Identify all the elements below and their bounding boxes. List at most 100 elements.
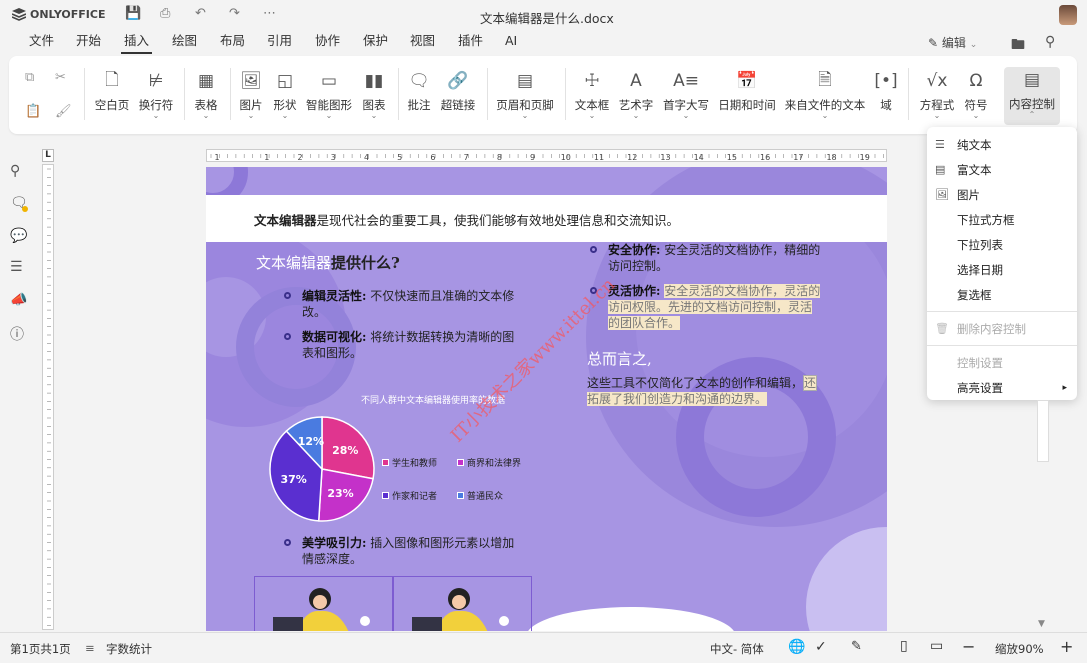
globe-icon[interactable]: 🌐: [788, 639, 805, 655]
format-painter-icon[interactable]: 🖌: [55, 104, 72, 119]
folder-icon[interactable]: 🖿: [1011, 34, 1025, 58]
menu-home[interactable]: 开始: [73, 32, 104, 54]
pie-chart[interactable]: 28% 23% 37% 12%: [268, 415, 376, 523]
table-button[interactable]: ▦ 表格 ⌄: [191, 68, 221, 120]
art-text-button[interactable]: A 艺术字 ⌄: [617, 68, 655, 120]
menu-item-checkbox[interactable]: 复选框: [927, 282, 1077, 307]
header-footer-button[interactable]: ▤ 页眉和页脚 ⌄: [495, 68, 555, 120]
spellcheck-icon[interactable]: ✓: [815, 639, 827, 655]
shape-button[interactable]: ◱ 形状 ⌄: [271, 68, 299, 120]
bullet-security[interactable]: 安全协作: 安全灵活的文档协作，精细的 访问控制。: [590, 242, 848, 274]
ruler-label: 1: [214, 153, 219, 162]
zoom-level[interactable]: 缩放90%: [995, 641, 1044, 657]
symbol-button[interactable]: Ω 符号 ⌄: [962, 68, 990, 120]
menu-protection[interactable]: 保护: [360, 32, 391, 54]
scroll-down-icon[interactable]: ▼: [1038, 619, 1045, 629]
zoom-out-icon[interactable]: −: [962, 637, 975, 656]
copy-icon[interactable]: ⧉: [25, 70, 34, 85]
hyperlink-button[interactable]: 🔗 超链接: [439, 68, 477, 113]
intro-bold: 文本编辑器: [254, 213, 317, 228]
field-label: 域: [880, 98, 892, 112]
decor-circle: [806, 527, 887, 631]
field-button[interactable]: [•] 域: [873, 68, 899, 113]
illustration-frame[interactable]: [254, 576, 393, 631]
section-heading[interactable]: 文本编辑器提供什么?: [256, 252, 400, 273]
intro-paragraph[interactable]: 文本编辑器是现代社会的重要工具，使我们能够有效地处理信息和交流知识。: [254, 210, 679, 229]
search-icon[interactable]: ⚲: [10, 163, 20, 179]
save-icon[interactable]: 💾: [125, 6, 141, 21]
bullet-aesthetics[interactable]: 美学吸引力: 插入图像和图形元素以增加 情感深度。: [284, 535, 542, 567]
textbox-button[interactable]: ☩ 文本框 ⌄: [573, 68, 611, 120]
menu-ai[interactable]: AI: [502, 32, 520, 54]
menu-item-control-settings[interactable]: 控制设置: [927, 350, 1077, 375]
vertical-ruler[interactable]: [42, 164, 54, 630]
more-icon[interactable]: ⋯: [263, 6, 276, 21]
vruler-ticks: [47, 168, 51, 626]
text-from-file-button[interactable]: 🗎 来自文件的文本 ⌄: [784, 68, 866, 121]
comment-button[interactable]: 🗨 批注: [405, 68, 433, 113]
menu-layout[interactable]: 布局: [217, 32, 248, 54]
menu-draw[interactable]: 绘图: [169, 32, 200, 54]
ruler-label: 3: [331, 153, 336, 162]
ruler-label: 16: [760, 153, 770, 162]
announcement-icon[interactable]: 📣: [10, 292, 27, 308]
menu-item-delete-control[interactable]: 🗑 删除内容控制: [927, 316, 1077, 341]
edit-mode-dropdown[interactable]: ✎ 编辑 ⌄: [928, 34, 977, 51]
ruler-label: 10: [561, 153, 571, 162]
menu-item-dropdown-list[interactable]: 下拉列表: [927, 232, 1077, 257]
search-icon[interactable]: ⚲: [1045, 34, 1055, 50]
menu-item-date-picker[interactable]: 选择日期: [927, 257, 1077, 282]
navigation-icon[interactable]: ☰: [10, 259, 23, 275]
date-time-button[interactable]: 📅 日期和时间: [716, 68, 778, 113]
print-icon[interactable]: ⎙: [160, 6, 170, 21]
tab-selector[interactable]: L: [42, 149, 54, 162]
language-selector[interactable]: 中文- 简体: [710, 641, 764, 657]
horizontal-ruler[interactable]: 1 1 2 3 4 5 6 7 8 9 10 11 12 13 14 15 16 17 18 19: [206, 149, 887, 162]
title-bar: ONLYOFFICE 💾 ⎙ ↶ ↷ ⋯ 文本编辑器是什么.docx: [0, 0, 1087, 30]
line-break-button[interactable]: ⊭ 换行符 ⌄: [136, 68, 176, 120]
cut-icon[interactable]: ✂: [55, 70, 66, 85]
menu-collaboration[interactable]: 协作: [312, 32, 343, 54]
legend-label: 作家和记者: [392, 492, 438, 502]
menu-file[interactable]: 文件: [26, 32, 57, 54]
menu-item-combo-box[interactable]: 下拉式方框: [927, 207, 1077, 232]
paste-icon[interactable]: 📋: [25, 104, 41, 119]
page-indicator[interactable]: 第1页共1页: [10, 641, 71, 657]
word-count-button[interactable]: 字数统计: [106, 641, 152, 657]
document-page[interactable]: 文本编辑器是现代社会的重要工具，使我们能够有效地处理信息和交流知识。 文本编辑器…: [206, 167, 887, 631]
content-control-button[interactable]: ▤ 内容控制 ⌃: [1004, 67, 1060, 125]
image-button[interactable]: 🖼 图片 ⌄: [237, 68, 265, 120]
menu-insert[interactable]: 插入: [121, 32, 153, 54]
bar-chart-icon: ▮▮: [364, 71, 384, 91]
equation-button[interactable]: √x 方程式 ⌄: [917, 68, 957, 120]
undo-icon[interactable]: ↶: [195, 6, 206, 21]
zoom-in-icon[interactable]: +: [1060, 637, 1073, 656]
chat-icon[interactable]: 💬: [10, 228, 27, 244]
menu-plugins[interactable]: 插件: [455, 32, 486, 54]
menu-view[interactable]: 视图: [407, 32, 438, 54]
blank-page-label: 空白页: [94, 98, 130, 112]
conclusion-heading[interactable]: 总而言之,: [587, 348, 652, 369]
info-icon[interactable]: ⓘ: [10, 324, 24, 344]
track-changes-icon[interactable]: ✎: [851, 639, 862, 654]
menu-item-rich-text[interactable]: ▤ 富文本: [927, 157, 1077, 182]
bullet-visualization[interactable]: 数据可视化: 将统计数据转换为清晰的图 表和图形。: [284, 329, 542, 361]
menu-item-plain-text[interactable]: ☰ 纯文本: [927, 132, 1077, 157]
drop-cap-button[interactable]: A≡ 首字大写 ⌄: [661, 68, 711, 120]
chart-button[interactable]: ▮▮ 图表 ⌄: [360, 68, 388, 120]
vertical-scrollbar[interactable]: [1037, 400, 1049, 462]
fit-page-icon[interactable]: ▯: [900, 638, 908, 654]
fit-width-icon[interactable]: ▭: [930, 638, 943, 654]
conclusion-paragraph[interactable]: 这些工具不仅简化了文本的创作和编辑，还 拓展了我们创造力和沟通的边界。: [587, 375, 847, 407]
smart-art-button[interactable]: ▭ 智能图形 ⌄: [305, 68, 353, 120]
bullet-editing[interactable]: 编辑灵活性: 不仅快速而且准确的文本修 改。: [284, 288, 542, 320]
illustration-frame[interactable]: [393, 576, 532, 631]
menu-item-highlight-settings[interactable]: 高亮设置 ▸: [927, 375, 1077, 400]
menu-item-picture[interactable]: 🖼 图片: [927, 182, 1077, 207]
blank-page-button[interactable]: 🗋 空白页: [93, 68, 131, 113]
avatar[interactable]: [1059, 5, 1077, 25]
bullet-flexible-collab[interactable]: 灵活协作: 安全灵活的文档协作，灵活的 访问权限。先进的文档访问控制，灵活 的团队合…: [590, 283, 848, 331]
bullet-text: 安全灵活的文档协作，精细的: [664, 243, 821, 257]
menu-references[interactable]: 引用: [264, 32, 295, 54]
redo-icon[interactable]: ↷: [229, 6, 240, 21]
